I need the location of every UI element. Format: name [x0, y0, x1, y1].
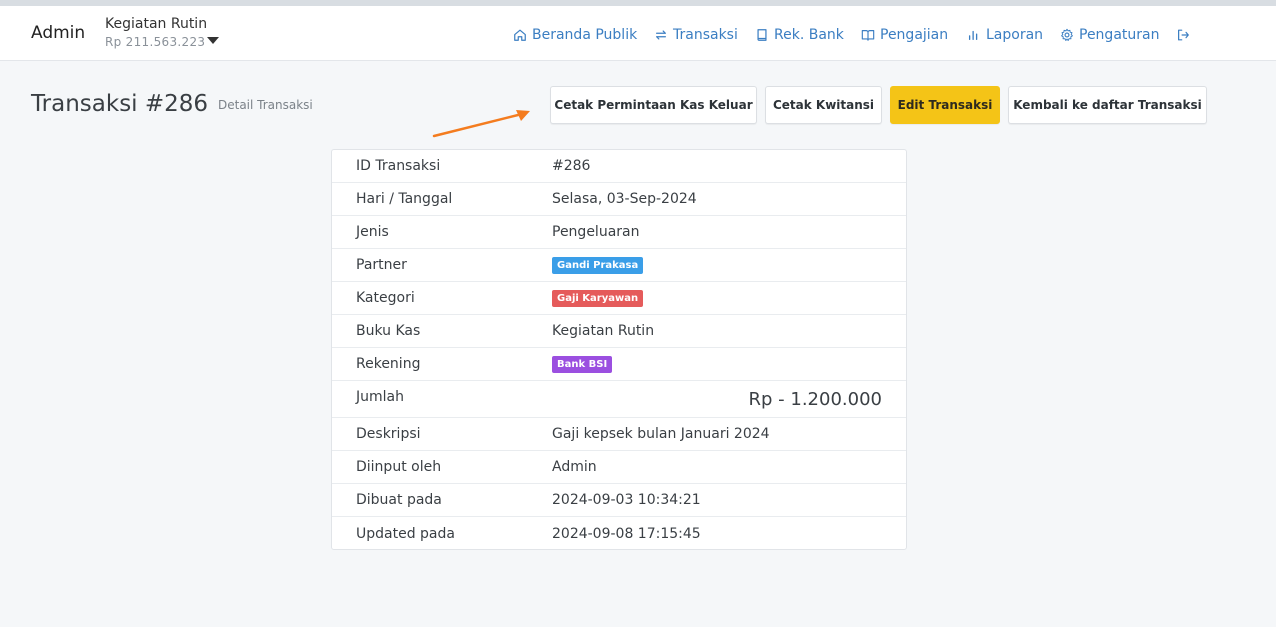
- nav-pengaturan[interactable]: Pengaturan: [1060, 24, 1159, 46]
- caret-down-icon[interactable]: [207, 37, 219, 44]
- brand-label[interactable]: Admin: [31, 23, 85, 43]
- detail-row-category: Kategori Gaji Karyawan: [332, 282, 906, 315]
- detail-label: Jenis: [356, 224, 389, 240]
- nav-beranda-publik[interactable]: Beranda Publik: [513, 24, 637, 46]
- detail-row-amount: Jumlah Rp - 1.200.000: [332, 381, 906, 418]
- nav-label: Pengaturan: [1079, 27, 1160, 43]
- open-book-icon: [861, 30, 875, 41]
- top-navbar: Admin Kegiatan Rutin Rp 211.563.223 Bera…: [0, 0, 1276, 61]
- home-icon: [514, 29, 526, 41]
- nav-rek-bank[interactable]: Rek. Bank: [755, 24, 844, 46]
- account-badge[interactable]: Bank BSI: [552, 356, 613, 373]
- detail-label: Deskripsi: [356, 426, 421, 442]
- detail-label: Partner: [356, 257, 407, 273]
- gear-icon: [1061, 28, 1073, 41]
- category-badge[interactable]: Gaji Karyawan: [552, 290, 644, 307]
- nav-transaksi[interactable]: Transaksi: [654, 24, 738, 46]
- page-title: Transaksi #286: [31, 91, 209, 117]
- partner-badge[interactable]: Gandi Prakasa: [552, 257, 644, 274]
- cashbook-switcher[interactable]: Kegiatan Rutin Rp 211.563.223: [105, 16, 207, 49]
- detail-value: #286: [552, 158, 591, 174]
- detail-row-input-by: Diinput oleh Admin: [332, 451, 906, 484]
- detail-label: Kategori: [356, 290, 415, 306]
- exchange-icon: [656, 30, 666, 40]
- detail-label: Hari / Tanggal: [356, 191, 453, 207]
- nav-laporan[interactable]: Laporan: [967, 24, 1043, 46]
- print-receipt-button[interactable]: Cetak Kwitansi: [765, 86, 882, 124]
- detail-label: Dibuat pada: [356, 492, 442, 508]
- edit-transaction-button[interactable]: Edit Transaksi: [890, 86, 1000, 124]
- detail-row-date: Hari / Tanggal Selasa, 03-Sep-2024: [332, 183, 906, 216]
- detail-label: ID Transaksi: [356, 158, 441, 174]
- cashbook-balance: Rp 211.563.223: [105, 35, 206, 49]
- detail-value: Selasa, 03-Sep-2024: [552, 191, 697, 207]
- logout-icon: [1178, 29, 1189, 41]
- nav-label: Rek. Bank: [774, 27, 844, 43]
- transaction-detail-card: ID Transaksi #286 Hari / Tanggal Selasa,…: [331, 149, 907, 550]
- detail-row-description: Deskripsi Gaji kepsek bulan Januari 2024: [332, 418, 906, 451]
- detail-row-type: Jenis Pengeluaran: [332, 216, 906, 249]
- back-to-list-button[interactable]: Kembali ke daftar Transaksi: [1008, 86, 1207, 124]
- nav-pengajian[interactable]: Pengajian: [861, 24, 948, 46]
- book-icon: [757, 29, 767, 41]
- detail-row-account: Rekening Bank BSI: [332, 348, 906, 381]
- detail-row-updated-at: Updated pada 2024-09-08 17:15:45: [332, 517, 906, 549]
- detail-row-cashbook: Buku Kas Kegiatan Rutin: [332, 315, 906, 348]
- detail-label: Rekening: [356, 356, 421, 372]
- detail-label: Diinput oleh: [356, 459, 442, 475]
- nav-label: Beranda Publik: [532, 27, 638, 43]
- bar-chart-icon: [968, 30, 978, 41]
- detail-label: Jumlah: [356, 389, 404, 405]
- detail-value: Gaji kepsek bulan Januari 2024: [552, 426, 770, 442]
- detail-row-partner: Partner Gandi Prakasa: [332, 249, 906, 282]
- nav-label: Laporan: [986, 27, 1044, 43]
- nav-label: Pengajian: [880, 27, 949, 43]
- annotation-arrow-icon: [432, 110, 530, 138]
- detail-value: 2024-09-03 10:34:21: [552, 492, 701, 508]
- amount-value: Rp - 1.200.000: [748, 389, 882, 410]
- detail-value: Admin: [552, 459, 597, 475]
- logout-button[interactable]: [1176, 24, 1195, 46]
- detail-label: Buku Kas: [356, 323, 421, 339]
- print-cash-request-button[interactable]: Cetak Permintaan Kas Keluar: [550, 86, 757, 124]
- detail-row-created-at: Dibuat pada 2024-09-03 10:34:21: [332, 484, 906, 517]
- detail-row-id: ID Transaksi #286: [332, 150, 906, 183]
- detail-value: 2024-09-08 17:15:45: [552, 525, 701, 542]
- page-subtitle: Detail Transaksi: [218, 98, 313, 112]
- detail-value: Kegiatan Rutin: [552, 323, 655, 339]
- nav-label: Transaksi: [673, 27, 738, 43]
- detail-value: Pengeluaran: [552, 224, 640, 240]
- cashbook-name: Kegiatan Rutin: [105, 16, 208, 32]
- detail-label: Updated pada: [356, 525, 455, 542]
